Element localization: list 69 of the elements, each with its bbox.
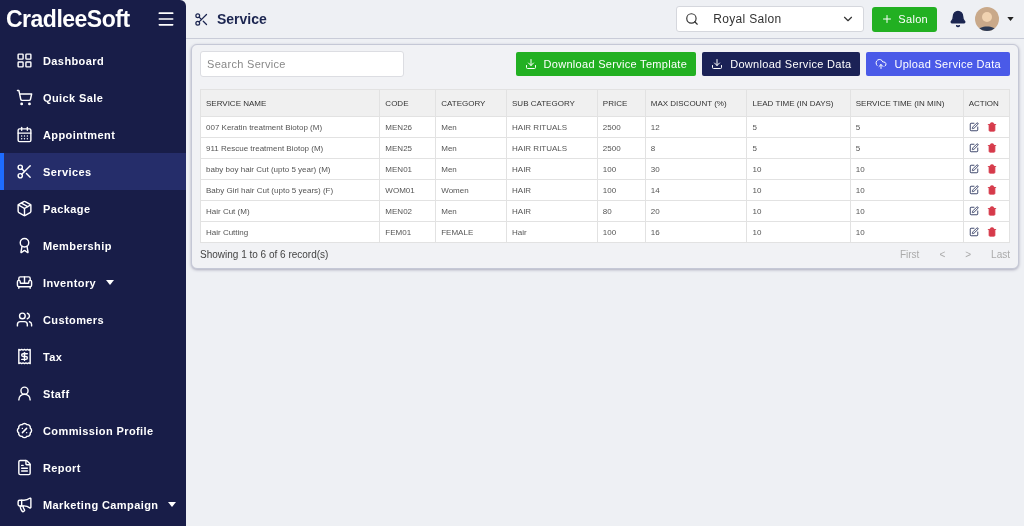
cloud-upload-icon (875, 58, 888, 70)
edit-icon[interactable] (968, 227, 979, 237)
menu-icon[interactable] (156, 9, 176, 29)
column-header: SERVICE NAME (200, 89, 380, 117)
record-summary: Showing 1 to 6 of 6 record(s) (200, 249, 330, 260)
document-icon (16, 459, 33, 476)
trash-icon[interactable] (986, 227, 997, 237)
trash-icon[interactable] (986, 164, 997, 174)
sidebar-item[interactable]: Commission Profile (0, 412, 186, 449)
sidebar-item[interactable]: Inventory (0, 264, 186, 301)
sidebar-item[interactable]: Membership (0, 227, 186, 264)
page-title: Service (217, 11, 267, 27)
users-icon (16, 311, 33, 328)
column-header: PRICE (597, 89, 646, 117)
bell-icon[interactable] (949, 10, 967, 28)
download-icon (524, 58, 537, 70)
trash-icon[interactable] (986, 206, 997, 216)
calendar-icon (16, 126, 33, 143)
plus-icon (881, 13, 894, 25)
table-cell: Baby Girl hair Cut (upto 5 years) (F) (200, 179, 380, 201)
edit-icon[interactable] (968, 143, 979, 153)
table-cell: 911 Rescue treatment Biotop (M) (200, 137, 380, 159)
column-header: LEAD TIME (IN DAYS) (746, 89, 851, 117)
column-header: ACTION (963, 89, 1010, 117)
sidebar-item[interactable]: Appointment (0, 116, 186, 153)
sofa-icon (16, 274, 33, 291)
column-header: CODE (379, 89, 436, 117)
edit-icon[interactable] (968, 164, 979, 174)
download-icon (711, 58, 724, 70)
trash-icon[interactable] (986, 185, 997, 195)
column-header: SERVICE TIME (IN MIN) (850, 89, 964, 117)
edit-icon[interactable] (968, 206, 979, 216)
table-cell: Hair Cut (M) (200, 200, 380, 222)
salon-select[interactable]: Royal Salon (676, 6, 865, 32)
sidebar-item[interactable]: Services (0, 153, 186, 190)
user-icon (16, 385, 33, 402)
table-cell: Hair Cutting (200, 221, 380, 243)
sidebar-item[interactable]: Tax (0, 338, 186, 375)
logo: CradleeSoft (6, 5, 130, 33)
cart-icon (16, 89, 33, 106)
sidebar-item[interactable]: Staff (0, 375, 186, 412)
table-cell: baby boy hair Cut (upto 5 year) (M) (200, 158, 380, 180)
search-field[interactable]: Search Service (200, 51, 404, 77)
edit-icon[interactable] (968, 122, 979, 132)
sidebar-item[interactable]: Report (0, 449, 186, 486)
grid-icon (16, 52, 33, 69)
megaphone-icon (16, 496, 33, 513)
edit-icon[interactable] (968, 185, 979, 195)
column-header: CATEGORY (435, 89, 507, 117)
sidebar-item[interactable]: Dashboard (0, 42, 186, 79)
scissors-icon (194, 11, 209, 27)
column-header: MAX DISCOUNT (%) (645, 89, 747, 117)
trash-icon[interactable] (986, 143, 997, 153)
sidebar-item[interactable]: Marketing Campaign (0, 486, 186, 523)
avatar[interactable] (975, 7, 999, 31)
sidebar-item[interactable]: Quick Sale (0, 79, 186, 116)
percent-badge-icon (16, 422, 33, 439)
action-button[interactable]: Upload Service Data (866, 52, 1010, 76)
receipt-icon (16, 348, 33, 365)
column-header: SUB CATEGORY (506, 89, 598, 117)
trash-icon[interactable] (986, 122, 997, 132)
scissors-icon (16, 163, 33, 180)
box-icon (16, 200, 33, 217)
search-icon (685, 12, 700, 26)
action-button[interactable]: Download Service Data (702, 52, 861, 76)
sidebar-item[interactable]: Package (0, 190, 186, 227)
sidebar-item[interactable]: Customers (0, 301, 186, 338)
caret-icon[interactable] (1007, 17, 1014, 21)
table-cell: 007 Keratin treatment Biotop (M) (200, 116, 380, 138)
